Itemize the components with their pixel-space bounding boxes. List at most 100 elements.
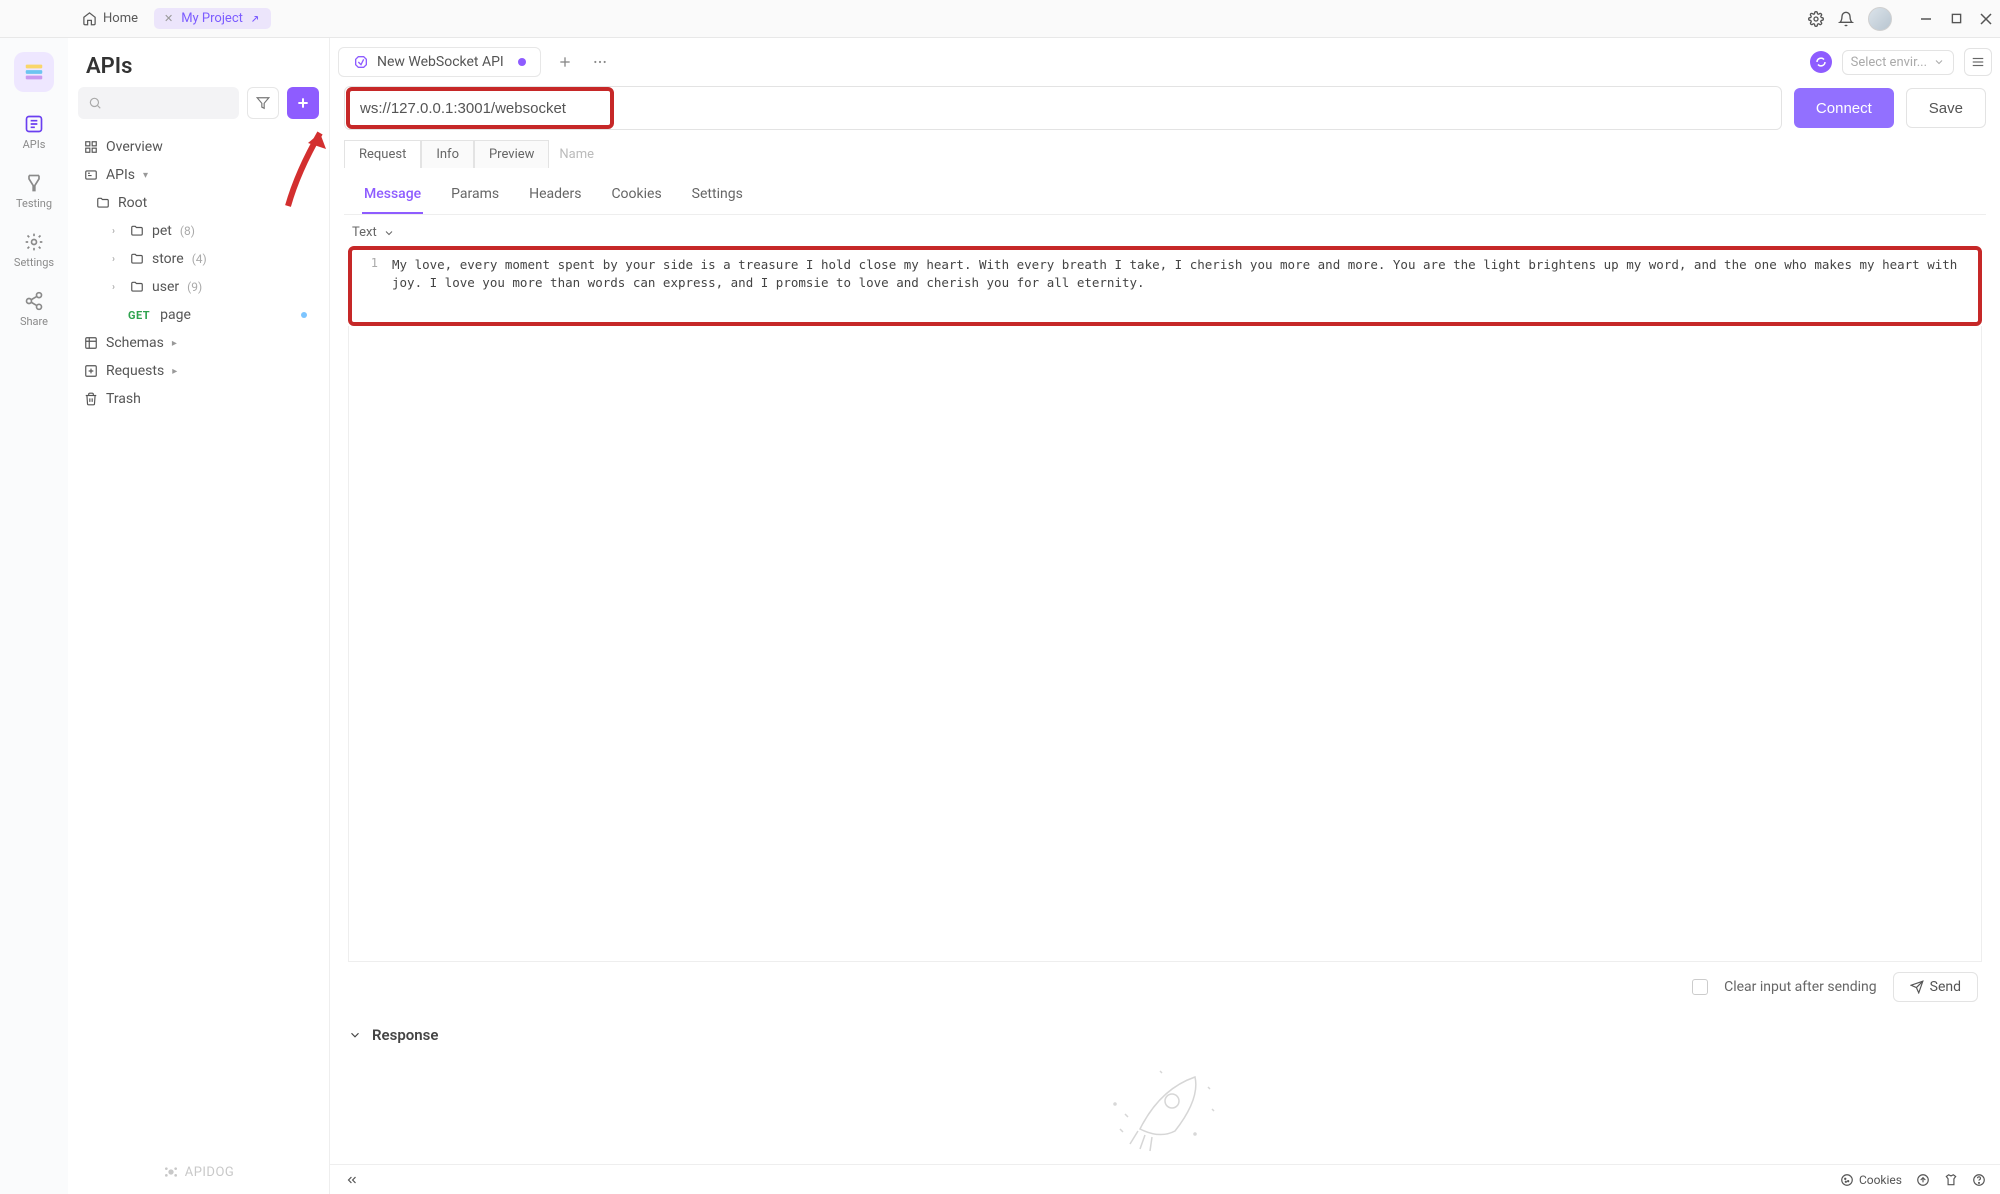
rail-settings[interactable]: Settings xyxy=(14,232,54,269)
url-input[interactable] xyxy=(360,100,600,117)
new-tab-button[interactable] xyxy=(551,48,579,76)
main-area: New WebSocket API Select envir... xyxy=(330,38,2000,1194)
api-icon xyxy=(84,168,98,182)
tab-home[interactable]: Home xyxy=(72,8,148,29)
tree-schemas[interactable]: Schemas ▸ xyxy=(74,329,323,357)
connect-button[interactable]: Connect xyxy=(1794,88,1894,128)
subtab-request[interactable]: Request xyxy=(344,140,421,168)
sidebar-title: APIs xyxy=(68,38,329,87)
rail-apis[interactable]: APIs xyxy=(23,114,46,151)
websocket-icon xyxy=(353,54,369,70)
panel-menu-button[interactable] xyxy=(1964,48,1992,76)
settings-gear-icon[interactable] xyxy=(1808,11,1824,27)
collapse-panel-button[interactable] xyxy=(344,1173,360,1187)
user-avatar[interactable] xyxy=(1868,7,1892,31)
response-empty-state xyxy=(330,1054,2000,1164)
window-maximize[interactable] xyxy=(1950,13,1962,25)
trash-icon xyxy=(84,392,98,406)
chevron-right-icon: › xyxy=(112,282,122,293)
tab-project-label: My Project xyxy=(181,11,243,26)
tab-params[interactable]: Params xyxy=(449,178,501,214)
message-editor[interactable]: 1 My love, every moment spent by your si… xyxy=(348,246,1982,326)
cookie-icon xyxy=(1840,1173,1854,1187)
environment-select[interactable]: Select envir... xyxy=(1842,50,1954,75)
http-method: GET xyxy=(128,309,150,322)
chevron-down-icon xyxy=(348,1028,362,1042)
folder-icon xyxy=(130,224,144,238)
clear-input-label: Clear input after sending xyxy=(1724,979,1877,995)
tree-folder-user[interactable]: › user (9) xyxy=(74,273,323,301)
tree-endpoint-page[interactable]: GET page xyxy=(74,301,323,329)
plus-icon xyxy=(295,95,311,111)
chevron-down-icon xyxy=(1933,56,1945,68)
name-placeholder[interactable]: Name xyxy=(559,147,594,162)
sidebar: APIs Overview xyxy=(68,38,330,1194)
external-link-icon xyxy=(249,13,261,25)
document-tab-label: New WebSocket API xyxy=(377,54,504,70)
send-button[interactable]: Send xyxy=(1893,972,1978,1002)
tree-apis-node[interactable]: APIs ▾ xyxy=(74,161,323,189)
editor-empty-area[interactable] xyxy=(348,326,1982,962)
overview-icon xyxy=(84,140,98,154)
window-close[interactable] xyxy=(1980,13,1992,25)
unsaved-dot-icon xyxy=(301,312,307,318)
request-icon xyxy=(84,364,98,378)
left-rail: APIs Testing Settings Share xyxy=(0,38,68,1194)
statusbar: Cookies xyxy=(330,1164,2000,1194)
schema-icon xyxy=(84,336,98,350)
add-button[interactable] xyxy=(287,87,319,119)
titlebar: Home ✕ My Project xyxy=(0,0,2000,38)
unsaved-indicator xyxy=(518,58,526,66)
home-icon xyxy=(82,11,97,26)
tab-project[interactable]: ✕ My Project xyxy=(154,8,271,29)
status-shirt-icon[interactable] xyxy=(1944,1173,1958,1187)
status-help-icon[interactable] xyxy=(1972,1173,1986,1187)
tab-home-label: Home xyxy=(103,11,138,26)
status-cookies[interactable]: Cookies xyxy=(1840,1173,1902,1187)
url-container xyxy=(344,86,1782,130)
sync-icon[interactable] xyxy=(1810,51,1832,73)
status-upload-icon[interactable] xyxy=(1916,1173,1930,1187)
rail-testing[interactable]: Testing xyxy=(16,173,52,210)
tab-cookies[interactable]: Cookies xyxy=(609,178,663,214)
bell-icon[interactable] xyxy=(1838,11,1854,27)
search-input[interactable] xyxy=(78,87,239,119)
tab-headers[interactable]: Headers xyxy=(527,178,583,214)
rocket-icon xyxy=(1100,1059,1230,1159)
editor-content[interactable]: My love, every moment spent by your side… xyxy=(352,250,1978,298)
chevron-right-icon: › xyxy=(112,254,122,265)
folder-icon xyxy=(130,280,144,294)
filter-icon xyxy=(256,96,270,110)
content-type-select[interactable]: Text xyxy=(330,215,2000,246)
save-button[interactable]: Save xyxy=(1906,88,1986,128)
tree-overview[interactable]: Overview xyxy=(74,133,323,161)
response-header[interactable]: Response xyxy=(330,1016,2000,1054)
app-logo[interactable] xyxy=(14,52,54,92)
brand-icon xyxy=(163,1164,179,1180)
tab-settings[interactable]: Settings xyxy=(690,178,745,214)
filter-button[interactable] xyxy=(247,87,279,119)
tree-requests[interactable]: Requests ▸ xyxy=(74,357,323,385)
tab-message[interactable]: Message xyxy=(362,178,423,214)
editor-line-number: 1 xyxy=(352,250,386,322)
window-minimize[interactable] xyxy=(1920,13,1932,25)
subtab-preview[interactable]: Preview xyxy=(474,140,549,168)
rail-share[interactable]: Share xyxy=(20,291,48,328)
clear-input-checkbox[interactable] xyxy=(1692,979,1708,995)
url-highlight-annotation xyxy=(346,87,614,129)
document-tab[interactable]: New WebSocket API xyxy=(338,47,541,77)
tree-trash[interactable]: Trash xyxy=(74,385,323,413)
tree-root[interactable]: Root xyxy=(74,189,323,217)
tree-folder-pet[interactable]: › pet (8) xyxy=(74,217,323,245)
caret-down-icon: ▾ xyxy=(143,170,153,181)
tree-folder-store[interactable]: › store (4) xyxy=(74,245,323,273)
send-icon xyxy=(1910,980,1924,994)
caret-right-icon: ▸ xyxy=(172,366,182,377)
folder-icon xyxy=(130,252,144,266)
subtab-info[interactable]: Info xyxy=(421,140,474,168)
close-icon[interactable]: ✕ xyxy=(164,12,173,25)
tab-more-button[interactable] xyxy=(585,48,615,76)
sidebar-brand: APIDOG xyxy=(68,1154,329,1194)
caret-right-icon: ▸ xyxy=(172,338,182,349)
chevron-down-icon xyxy=(383,227,395,239)
